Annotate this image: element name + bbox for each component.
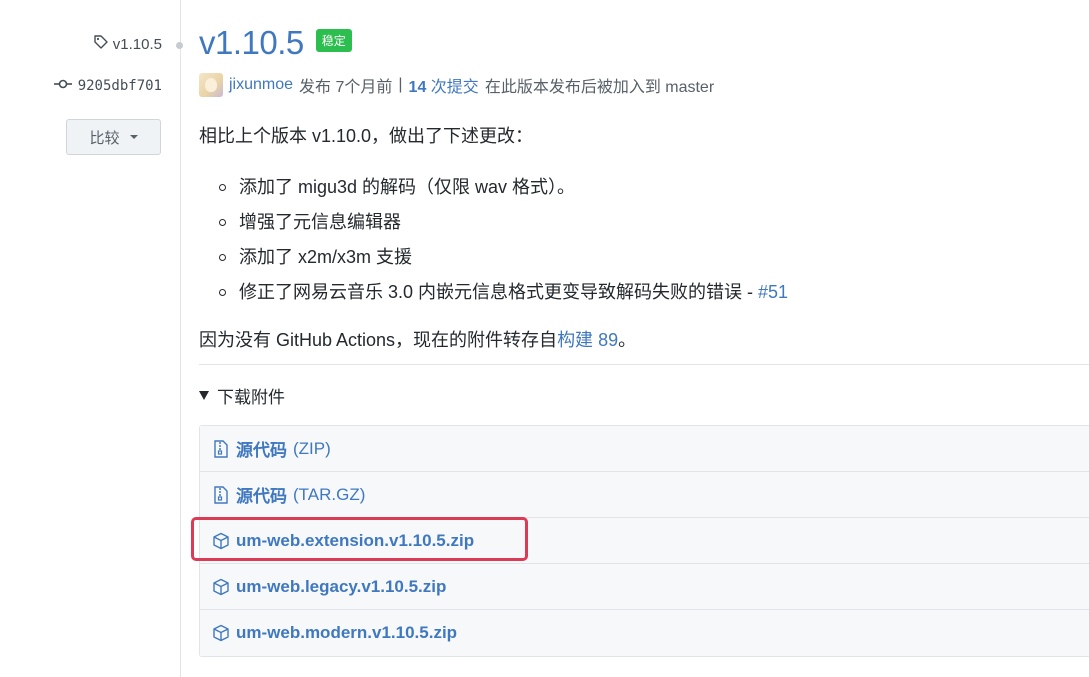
note-prefix: 因为没有 GitHub Actions，现在的附件转存自 xyxy=(199,330,558,350)
release-note: 因为没有 GitHub Actions，现在的附件转存自构建 89。 xyxy=(199,326,636,352)
list-item: 添加了 migu3d 的解码（仅限 wav 格式）。 xyxy=(219,170,788,205)
timeline-line xyxy=(180,0,181,677)
asset-name[interactable]: 源代码 xyxy=(236,436,287,461)
asset-ext: (TAR.GZ) xyxy=(293,484,366,504)
asset-name[interactable]: um-web.legacy.v1.10.5.zip xyxy=(236,577,446,597)
list-item: 增强了元信息编辑器 xyxy=(219,205,788,240)
asset-name[interactable]: 源代码 xyxy=(236,482,287,507)
meta-separator: | xyxy=(398,76,403,93)
package-icon xyxy=(212,531,230,551)
asset-name[interactable]: um-web.modern.v1.10.5.zip xyxy=(236,623,457,643)
file-zip-icon xyxy=(212,439,230,459)
asset-name[interactable]: um-web.extension.v1.10.5.zip xyxy=(236,531,474,551)
chevron-down-icon xyxy=(129,135,138,139)
published-time: 发布 7个月前 xyxy=(299,79,393,96)
tag-icon xyxy=(93,34,109,54)
since-text: 在此版本发布后被加入到 master xyxy=(484,79,715,96)
tag-name: v1.10.5 xyxy=(112,35,162,53)
release-title[interactable]: v1.10.5 xyxy=(199,24,304,62)
asset-row-source-targz[interactable]: 源代码 (TAR.GZ) xyxy=(200,472,1089,518)
git-commit-icon xyxy=(53,78,72,94)
asset-ext: (ZIP) xyxy=(293,438,331,458)
commits-count: 14 xyxy=(408,79,427,96)
change-text: 修正了网易云音乐 3.0 内嵌元信息格式更变导致解码失败的错误 - xyxy=(239,282,759,302)
package-icon xyxy=(212,623,230,643)
build-link[interactable]: 构建 89 xyxy=(557,330,618,350)
assets-toggle[interactable]: 下载附件 xyxy=(199,383,285,408)
changes-list: 添加了 migu3d 的解码（仅限 wav 格式）。 增强了元信息编辑器 添加了… xyxy=(219,170,788,310)
release-meta: jixunmoe 发布 7个月前 | 14 次提交 在此版本发布后被加入到 ma… xyxy=(199,73,714,97)
commit-link[interactable]: 9205dbf701 xyxy=(53,78,162,94)
avatar[interactable] xyxy=(199,73,223,97)
asset-row-legacy-zip[interactable]: um-web.legacy.v1.10.5.zip xyxy=(200,564,1089,610)
release-header: v1.10.5 稳定 xyxy=(199,24,352,62)
commit-sha: 9205dbf701 xyxy=(77,78,162,94)
asset-row-source-zip[interactable]: 源代码 (ZIP) xyxy=(200,426,1089,472)
timeline-dot xyxy=(176,42,183,49)
asset-row-modern-zip[interactable]: um-web.modern.v1.10.5.zip xyxy=(200,610,1089,656)
release-intro: 相比上个版本 v1.10.0，做出了下述更改： xyxy=(199,126,534,146)
file-zip-icon xyxy=(212,485,230,505)
assets-list: 源代码 (ZIP) 源代码 (TAR.GZ) um-web.extension.… xyxy=(199,425,1089,657)
divider xyxy=(199,364,1089,365)
commits-text: 次提交 xyxy=(430,79,479,96)
issue-link[interactable]: #51 xyxy=(758,282,788,302)
list-item: 修正了网易云音乐 3.0 内嵌元信息格式更变导致解码失败的错误 - #51 xyxy=(219,275,788,310)
tag-link[interactable]: v1.10.5 xyxy=(93,34,162,54)
compare-button[interactable]: 比较 xyxy=(66,119,161,155)
assets-toggle-label: 下载附件 xyxy=(217,388,285,407)
note-suffix: 。 xyxy=(618,330,637,350)
stable-badge: 稳定 xyxy=(315,28,352,52)
asset-row-extension-zip[interactable]: um-web.extension.v1.10.5.zip xyxy=(200,518,1089,564)
commits-since-link[interactable]: 14 次提交 xyxy=(409,73,479,97)
compare-label: 比较 xyxy=(89,129,120,147)
package-icon xyxy=(212,577,230,597)
release-sidebar: v1.10.5 9205dbf701 比较 xyxy=(0,0,180,677)
list-item: 添加了 x2m/x3m 支援 xyxy=(219,240,788,275)
triangle-down-icon xyxy=(199,391,209,400)
author-link[interactable]: jixunmoe xyxy=(229,76,293,94)
